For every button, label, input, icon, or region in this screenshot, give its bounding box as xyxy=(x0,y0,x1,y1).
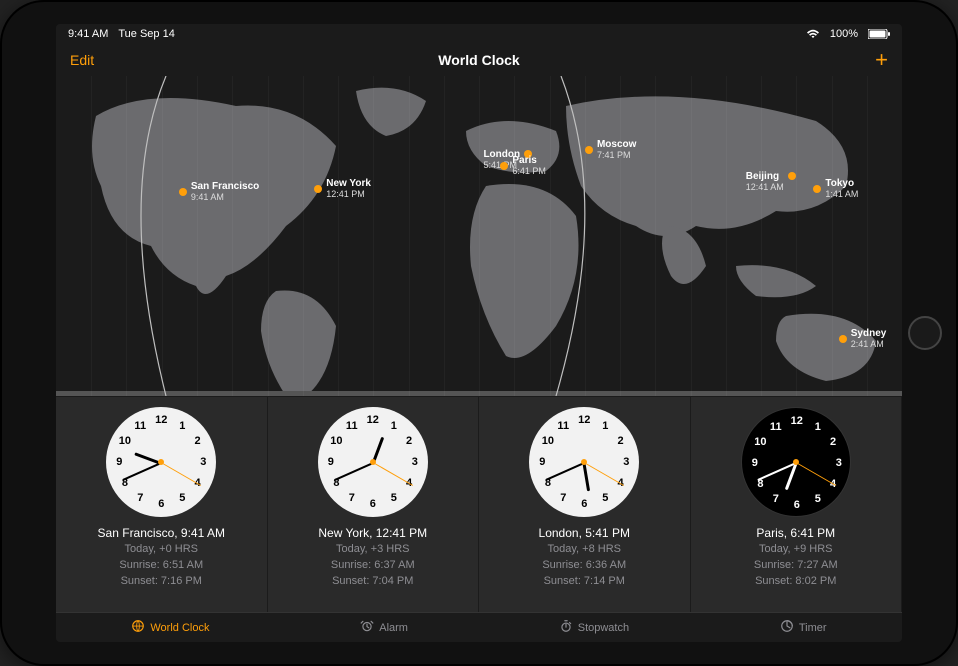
tab-alarm[interactable]: Alarm xyxy=(360,619,408,636)
page-title: World Clock xyxy=(438,52,519,68)
clock-offset: Today, +0 HRS xyxy=(98,541,225,557)
clock-info: New York, 12:41 PMToday, +3 HRSSunrise: … xyxy=(318,525,427,589)
clock-card-san-francisco[interactable]: 123456789101112 San Francisco, 9:41 AMTod… xyxy=(56,397,268,612)
map-pin-dot xyxy=(839,335,847,343)
map-pin-time: 1:41 AM xyxy=(825,189,858,199)
clock-card-paris[interactable]: 123456789101112 Paris, 6:41 PMToday, +9 H… xyxy=(691,397,903,612)
clock-city: New York xyxy=(318,526,369,540)
world-map[interactable]: San Francisco9:41 AMNew York12:41 PMLond… xyxy=(56,76,902,396)
map-pin-dot xyxy=(813,185,821,193)
battery-percent: 100% xyxy=(830,28,858,40)
clock-card-new-york[interactable]: 123456789101112 New York, 12:41 PMToday, … xyxy=(268,397,480,612)
clock-offset: Today, +9 HRS xyxy=(754,541,838,557)
add-button[interactable]: + xyxy=(875,49,888,71)
map-pin-dot xyxy=(788,172,796,180)
map-pin-name: New York xyxy=(326,178,371,189)
clock-time: 9:41 AM xyxy=(181,526,225,540)
analog-clock: 123456789101112 xyxy=(318,407,428,517)
map-pin-sydney[interactable]: Sydney2:41 AM xyxy=(839,328,887,350)
tab-label: World Clock xyxy=(150,622,209,634)
world-map-landmass xyxy=(56,76,902,396)
map-pin-time: 2:41 AM xyxy=(851,339,884,349)
map-pin-beijing[interactable]: Beijing12:41 AM xyxy=(746,171,796,193)
clock-sunset: Sunset: 7:04 PM xyxy=(318,573,427,589)
clock-offset: Today, +8 HRS xyxy=(539,541,630,557)
map-pin-time: 12:41 AM xyxy=(746,182,784,192)
world-clock-icon xyxy=(131,619,145,636)
clock-sunset: Sunset: 7:16 PM xyxy=(98,573,225,589)
map-pin-time: 6:41 PM xyxy=(512,166,546,176)
clock-info: London, 5:41 PMToday, +8 HRSSunrise: 6:3… xyxy=(539,525,630,589)
map-pin-name: Sydney xyxy=(851,328,887,339)
map-pin-time: 7:41 PM xyxy=(597,150,631,160)
tab-label: Timer xyxy=(799,622,827,634)
clock-sunrise: Sunrise: 6:36 AM xyxy=(539,557,630,573)
home-button[interactable] xyxy=(908,316,942,350)
map-pin-paris[interactable]: Paris6:41 PM xyxy=(500,155,546,177)
timer-icon xyxy=(780,619,794,636)
map-pin-name: Tokyo xyxy=(825,178,854,189)
ipad-device-frame: 9:41 AM Tue Sep 14 100% Edit World Clock… xyxy=(0,0,958,666)
nav-bar: Edit World Clock + xyxy=(56,44,902,76)
tab-label: Stopwatch xyxy=(578,622,629,634)
clock-strip[interactable]: 123456789101112 San Francisco, 9:41 AMTod… xyxy=(56,397,902,612)
map-pin-name: Moscow xyxy=(597,139,636,150)
clock-sunset: Sunset: 7:14 PM xyxy=(539,573,630,589)
clock-time: 5:41 PM xyxy=(585,526,630,540)
stopwatch-icon xyxy=(559,619,573,636)
map-pin-name: Paris xyxy=(512,155,536,166)
tab-stopwatch[interactable]: Stopwatch xyxy=(559,619,629,636)
battery-icon xyxy=(868,29,890,39)
screen: 9:41 AM Tue Sep 14 100% Edit World Clock… xyxy=(56,24,902,642)
status-bar: 9:41 AM Tue Sep 14 100% xyxy=(56,24,902,44)
clock-city: London xyxy=(539,526,579,540)
clock-sunrise: Sunrise: 6:37 AM xyxy=(318,557,427,573)
map-pin-time: 12:41 PM xyxy=(326,189,365,199)
map-pin-name: San Francisco xyxy=(191,181,259,192)
map-pin-name: Beijing xyxy=(746,171,779,182)
clock-sunset: Sunset: 8:02 PM xyxy=(754,573,838,589)
map-pin-tokyo[interactable]: Tokyo1:41 AM xyxy=(813,178,858,200)
clock-time: 12:41 PM xyxy=(376,526,427,540)
clock-sunrise: Sunrise: 6:51 AM xyxy=(98,557,225,573)
clock-info: San Francisco, 9:41 AMToday, +0 HRSSunri… xyxy=(98,525,225,589)
analog-clock: 123456789101112 xyxy=(741,407,851,517)
map-pin-time: 9:41 AM xyxy=(191,192,224,202)
clock-card-london[interactable]: 123456789101112 London, 5:41 PMToday, +8 … xyxy=(479,397,691,612)
map-pin-dot xyxy=(314,185,322,193)
clock-time: 6:41 PM xyxy=(790,526,835,540)
map-pin-moscow[interactable]: Moscow7:41 PM xyxy=(585,139,636,161)
tab-timer[interactable]: Timer xyxy=(780,619,827,636)
clock-sunrise: Sunrise: 7:27 AM xyxy=(754,557,838,573)
tab-world-clock[interactable]: World Clock xyxy=(131,619,209,636)
map-pin-dot xyxy=(179,188,187,196)
wifi-icon xyxy=(806,29,820,39)
clock-city: San Francisco xyxy=(98,526,175,540)
analog-clock: 123456789101112 xyxy=(106,407,216,517)
tab-label: Alarm xyxy=(379,622,408,634)
edit-button[interactable]: Edit xyxy=(70,52,94,68)
tab-bar: World Clock Alarm Stopwatch Timer xyxy=(56,612,902,642)
map-pin-san-francisco[interactable]: San Francisco9:41 AM xyxy=(179,181,259,203)
map-pin-new-york[interactable]: New York12:41 PM xyxy=(314,178,371,200)
alarm-icon xyxy=(360,619,374,636)
map-pin-dot xyxy=(500,162,508,170)
clock-info: Paris, 6:41 PMToday, +9 HRSSunrise: 7:27… xyxy=(754,525,838,589)
status-date: Tue Sep 14 xyxy=(118,28,174,40)
analog-clock: 123456789101112 xyxy=(529,407,639,517)
clock-offset: Today, +3 HRS xyxy=(318,541,427,557)
clock-city: Paris xyxy=(756,526,783,540)
map-pin-dot xyxy=(585,146,593,154)
status-time: 9:41 AM xyxy=(68,28,108,40)
